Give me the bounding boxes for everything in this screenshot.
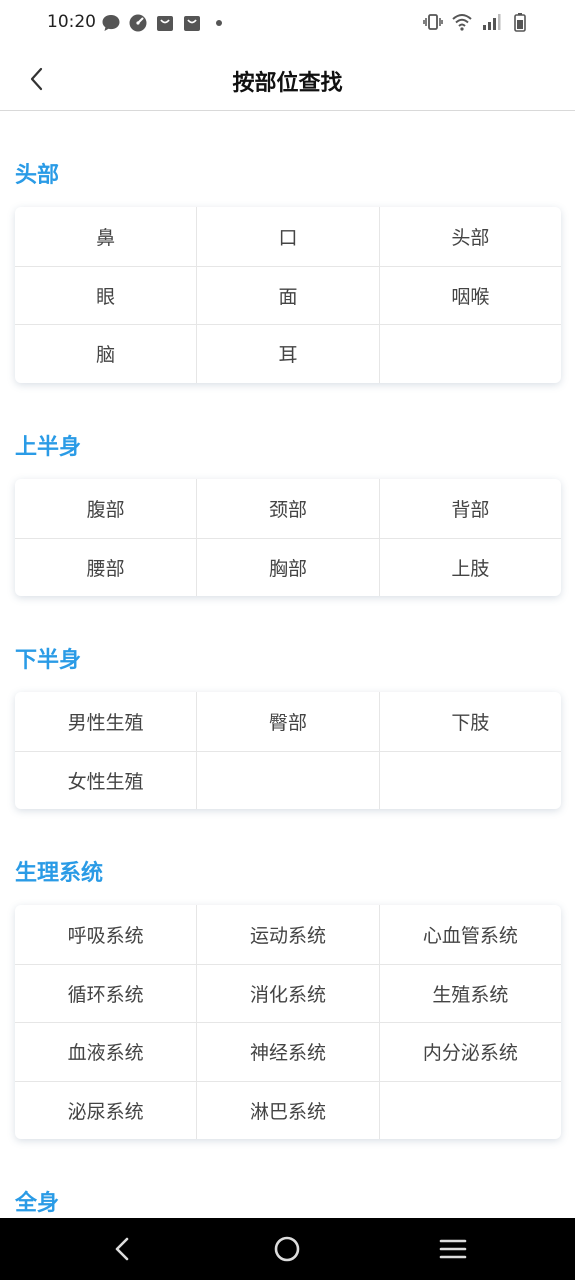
body-part-item[interactable]: 面 [196, 266, 378, 324]
grid-row: 眼 面 咽喉 [15, 265, 561, 325]
shopping-bag-icon [184, 16, 200, 31]
wifi-icon [452, 14, 472, 31]
section-card-physiological-systems: 呼吸系统 运动系统 心血管系统 循环系统 消化系统 生殖系统 血液系统 神经系统… [15, 905, 561, 1139]
section-card-head: 鼻 口 头部 眼 面 咽喉 脑 耳 [15, 207, 561, 383]
body-part-item[interactable]: 生殖系统 [378, 964, 561, 1022]
speed-gauge-icon [129, 14, 147, 32]
back-triangle-icon[interactable] [107, 1234, 137, 1264]
page-title: 按部位查找 [232, 71, 343, 96]
grid-row: 血液系统 神经系统 内分泌系统 [15, 1022, 561, 1081]
empty-cell [378, 751, 561, 809]
body-part-item[interactable]: 泌尿系统 [15, 1082, 196, 1140]
body-part-item[interactable]: 咽喉 [378, 266, 561, 324]
empty-cell [378, 1081, 561, 1139]
vibrate-icon [423, 14, 443, 30]
battery-icon [514, 13, 526, 32]
grid-row: 腰部 胸部 上肢 [15, 537, 561, 597]
body-part-list: 头部 鼻 口 头部 眼 面 咽喉 脑 耳 上半身 腹部 颈部 背部 腰部 胸部 … [0, 112, 575, 1218]
section-title-upper-body: 上半身 [15, 435, 82, 460]
top-nav-bar: 按部位查找 [0, 48, 575, 111]
grid-row: 女性生殖 [15, 750, 561, 810]
signal-icon [483, 14, 501, 30]
section-title-lower-body: 下半身 [15, 648, 82, 673]
section-card-lower-body: 男性生殖 臀部 下肢 女性生殖 [15, 692, 561, 809]
grid-row: 呼吸系统 运动系统 心血管系统 [15, 905, 561, 964]
body-part-item[interactable]: 颈部 [196, 479, 378, 538]
section-title-physiological-systems: 生理系统 [15, 861, 104, 886]
body-part-item[interactable]: 臀部 [196, 692, 378, 751]
home-circle-icon[interactable] [272, 1234, 302, 1264]
section-title-whole-body: 全身 [15, 1191, 60, 1216]
body-part-item[interactable]: 眼 [15, 267, 196, 325]
body-part-item[interactable]: 神经系统 [196, 1023, 378, 1081]
body-part-item[interactable]: 腹部 [15, 479, 196, 538]
body-part-item[interactable]: 背部 [378, 479, 561, 538]
section-title-head: 头部 [15, 163, 60, 188]
body-part-item[interactable]: 心血管系统 [378, 905, 561, 964]
system-nav-bar [0, 1218, 575, 1280]
notification-icons [101, 13, 229, 33]
grid-row: 鼻 口 头部 [15, 207, 561, 266]
body-part-item[interactable]: 下肢 [378, 692, 561, 751]
body-part-item[interactable]: 脑 [15, 325, 196, 383]
status-time: 10:20 [47, 12, 96, 32]
empty-cell [196, 751, 378, 809]
section-card-upper-body: 腹部 颈部 背部 腰部 胸部 上肢 [15, 479, 561, 596]
body-part-item[interactable]: 呼吸系统 [15, 905, 196, 964]
body-part-item[interactable]: 胸部 [196, 538, 378, 596]
body-part-item[interactable]: 淋巴系统 [196, 1081, 378, 1139]
grid-row: 脑 耳 [15, 324, 561, 383]
body-part-item[interactable]: 女性生殖 [15, 752, 196, 810]
grid-row: 循环系统 消化系统 生殖系统 [15, 963, 561, 1023]
body-part-item[interactable]: 上肢 [378, 538, 561, 596]
dot-icon [216, 20, 222, 26]
body-part-item[interactable]: 口 [196, 207, 378, 266]
chat-bubble-icon [102, 15, 120, 31]
empty-cell [378, 325, 561, 383]
status-bar: 10:20 [0, 0, 575, 48]
system-status-icons [423, 12, 530, 32]
body-part-item[interactable]: 头部 [378, 207, 561, 266]
body-part-item[interactable]: 耳 [196, 325, 378, 383]
body-part-item[interactable]: 血液系统 [15, 1023, 196, 1081]
grid-row: 男性生殖 臀部 下肢 [15, 692, 561, 751]
body-part-item[interactable]: 消化系统 [196, 964, 378, 1022]
body-part-item[interactable]: 内分泌系统 [378, 1023, 561, 1081]
body-part-item[interactable]: 腰部 [15, 539, 196, 597]
grid-row: 腹部 颈部 背部 [15, 479, 561, 538]
shopping-bag-icon [157, 16, 173, 31]
body-part-item[interactable]: 运动系统 [196, 905, 378, 964]
body-part-item[interactable]: 循环系统 [15, 965, 196, 1023]
body-part-item[interactable]: 鼻 [15, 207, 196, 266]
recents-menu-icon[interactable] [438, 1234, 468, 1264]
grid-row: 泌尿系统 淋巴系统 [15, 1080, 561, 1140]
body-part-item[interactable]: 男性生殖 [15, 692, 196, 751]
